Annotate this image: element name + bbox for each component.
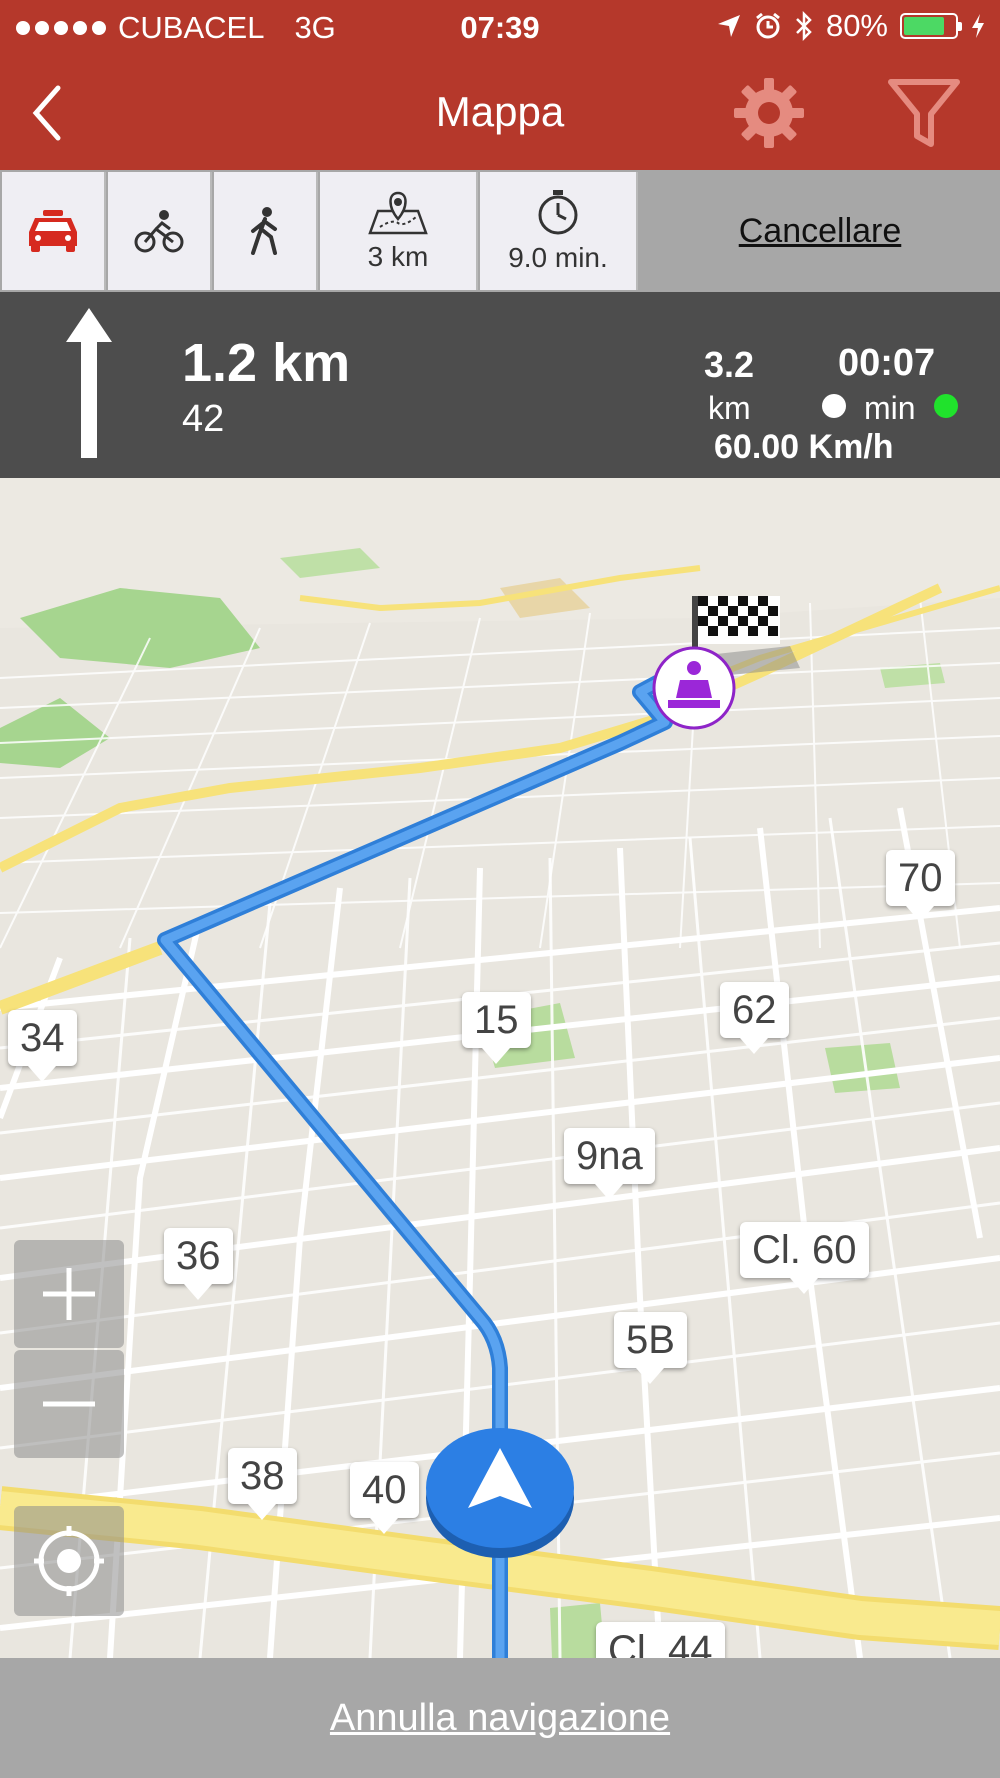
page-title: Mappa: [435, 88, 565, 135]
bike-icon: [134, 210, 184, 253]
zoom-in-button[interactable]: [14, 1240, 124, 1348]
street-label: 34: [8, 1010, 77, 1082]
route-distance-label: 3 km: [367, 241, 429, 272]
walk-icon: [251, 207, 277, 255]
route-duration-label: 9.0 min.: [508, 242, 608, 273]
locate-me-button[interactable]: [14, 1506, 124, 1616]
navigation-arrow-icon: [426, 1428, 574, 1558]
mode-car-button[interactable]: [2, 172, 106, 290]
next-turn-distance: 1.2 km: [182, 333, 351, 393]
route-duration: 9.0 min.: [480, 172, 638, 290]
top-bar: CUBACEL 3G 07:39 80% Mappa: [0, 0, 1000, 170]
nav-bar: Mappa: [0, 56, 1000, 170]
current-road: 42: [182, 398, 225, 440]
current-speed: 60.00 Km/h: [714, 428, 894, 466]
crosshair-icon: [34, 1526, 104, 1596]
stopwatch-icon: [538, 190, 578, 235]
remaining-time: 00:07: [838, 342, 936, 384]
car-icon: [29, 210, 77, 252]
map-pin-icon: [368, 191, 428, 235]
street-label: 9na: [564, 1128, 655, 1200]
charging-icon: [972, 14, 984, 38]
remaining-distance: 3.2: [704, 344, 755, 385]
turn-instruction-panel: 1.2 km 42 3.2 km 00:07 min 60.00 Km/h: [0, 292, 1000, 478]
street-label: 36: [164, 1228, 233, 1300]
battery-percent: 80%: [825, 8, 888, 43]
street-label: Cl. 60: [740, 1222, 869, 1294]
gps-status-icon: [934, 394, 958, 418]
remaining-time-unit: min: [864, 390, 916, 426]
minus-icon: [43, 1401, 95, 1407]
straight-arrow-icon: [66, 308, 112, 458]
map-view[interactable]: 70 34 15 62 9na 36 Cl. 60 5B 38 40 Cl. 4…: [0, 478, 1000, 1658]
street-label: 38: [228, 1448, 297, 1520]
location-arrow-icon: [717, 15, 740, 37]
zoom-out-button[interactable]: [14, 1350, 124, 1458]
cancel-route-button[interactable]: Cancellare: [640, 170, 1000, 292]
route-distance: 3 km: [320, 172, 478, 290]
street-label: 5B: [614, 1312, 687, 1384]
street-label: 62: [720, 982, 789, 1054]
street-label: 40: [350, 1462, 419, 1534]
plus-icon: [43, 1268, 95, 1320]
route-toolbar: 3 km 9.0 min. Cancellare: [0, 170, 1000, 292]
battery-fill: [904, 17, 944, 35]
street-label: 15: [462, 992, 531, 1064]
mode-walk-button[interactable]: [214, 172, 318, 290]
cancel-navigation-button[interactable]: Annulla navigazione: [0, 1658, 1000, 1778]
bluetooth-icon: [796, 11, 812, 41]
gear-icon[interactable]: [730, 74, 808, 152]
street-label: Cl. 44: [596, 1622, 725, 1658]
white-dot-icon: [822, 394, 846, 418]
filter-icon[interactable]: [885, 74, 963, 152]
street-label: 70: [886, 850, 955, 922]
battery-icon: [900, 13, 962, 39]
mode-bike-button[interactable]: [108, 172, 212, 290]
remaining-distance-unit: km: [708, 390, 751, 426]
alarm-icon: [756, 12, 780, 39]
meditation-icon: [652, 646, 736, 730]
map-canvas: [0, 478, 1000, 1658]
status-right: 80%: [716, 8, 986, 44]
status-bar: CUBACEL 3G 07:39 80%: [0, 0, 1000, 56]
